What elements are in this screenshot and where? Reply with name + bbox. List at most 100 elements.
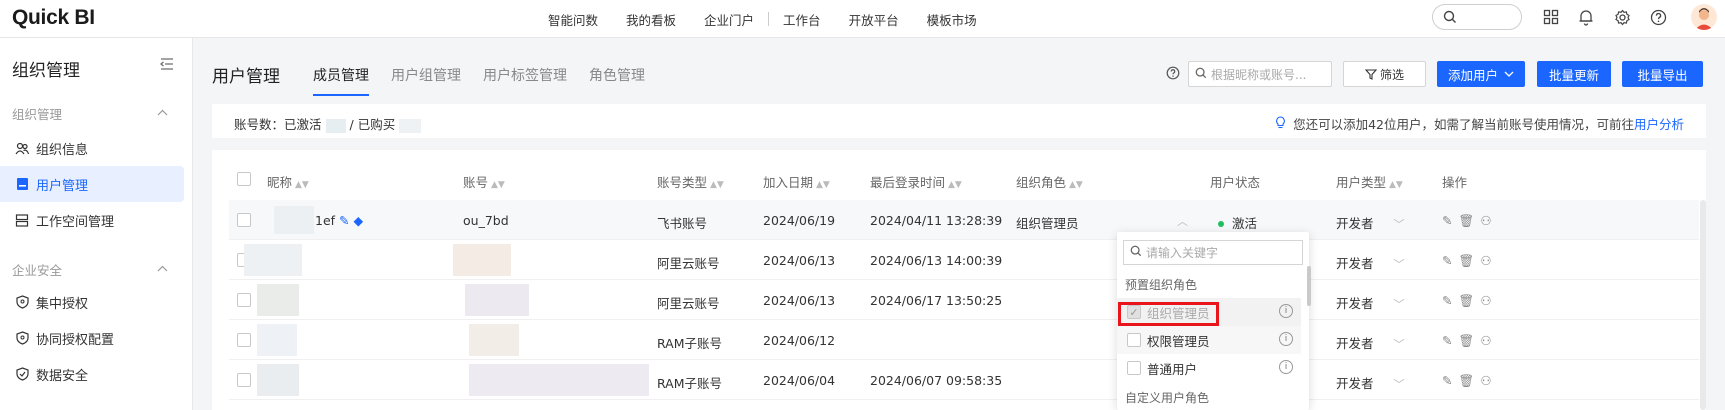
trash-icon[interactable]: 🗑: [1458, 373, 1474, 388]
sidebar-item-user-manage[interactable]: 用户管理: [0, 166, 184, 202]
role-option-permission-admin[interactable]: 权限管理员 i: [1117, 326, 1301, 354]
help-circle-icon[interactable]: [1647, 6, 1669, 28]
sidebar-item-data-security[interactable]: 数据安全: [0, 356, 184, 392]
batch-update-button[interactable]: 批量更新: [1537, 61, 1611, 87]
col-actions: 操作: [1442, 175, 1468, 190]
org-role-select[interactable]: 组织管理员: [1016, 213, 1079, 232]
user-analysis-link[interactable]: 用户分析: [1634, 117, 1684, 132]
global-search-input[interactable]: [1432, 4, 1522, 30]
trash-icon[interactable]: 🗑: [1458, 293, 1474, 308]
chevron-up-icon[interactable]: ︿: [1177, 213, 1188, 229]
row-checkbox[interactable]: [237, 373, 251, 387]
edit-icon[interactable]: ✎: [1442, 253, 1452, 268]
chevron-up-icon: [157, 104, 168, 119]
capacity-tip: 您还可以添加42位用户，如需了解当前账号使用情况，可前往用户分析: [1275, 114, 1684, 133]
col-account-type[interactable]: 账号类型 ▲▼: [657, 172, 724, 191]
edit-icon[interactable]: ✎: [1442, 373, 1452, 388]
nav-portal[interactable]: 企业门户: [704, 10, 754, 29]
tab-user-group-manage[interactable]: 用户组管理: [391, 58, 461, 90]
search-placeholder: 根据昵称或账号...: [1211, 67, 1307, 82]
batch-export-button[interactable]: 批量导出: [1622, 61, 1703, 87]
gear-icon[interactable]: [1611, 6, 1633, 28]
top-bar: Quick BI 智能问数 我的看板 企业门户 工作台 开放平台 模板市场: [0, 0, 1725, 38]
nav-my-dashboard[interactable]: 我的看板: [626, 10, 676, 29]
table-scrollbar[interactable]: [1700, 200, 1706, 410]
redacted-value: [274, 206, 314, 234]
col-user-type[interactable]: 用户类型 ▲▼: [1336, 172, 1403, 191]
brand-logo[interactable]: Quick BI: [12, 6, 95, 30]
bell-icon[interactable]: [1575, 6, 1597, 28]
user-settings-icon[interactable]: ⚇: [1480, 373, 1491, 388]
user-type-select[interactable]: 开发者 ﹀: [1336, 213, 1405, 232]
role-option-normal-user[interactable]: 普通用户 i: [1117, 354, 1301, 382]
col-join-date[interactable]: 加入日期 ▲▼: [763, 172, 830, 191]
nav-smart-ask[interactable]: 智能问数: [548, 10, 598, 29]
shield-icon: [14, 294, 30, 310]
help-circle-icon[interactable]: [1166, 66, 1180, 84]
user-type-select[interactable]: 开发者 ﹀: [1336, 373, 1405, 392]
col-org-role[interactable]: 组织角色 ▲▼: [1016, 172, 1083, 191]
table-row[interactable]: RAM子账号 2024/06/04 2024/06/07 09:58:35 激活…: [229, 360, 1699, 400]
user-settings-icon[interactable]: ⚇: [1480, 293, 1491, 308]
add-user-button[interactable]: 添加用户: [1437, 61, 1525, 87]
user-settings-icon[interactable]: ⚇: [1480, 253, 1491, 268]
sidebar-item-label: 用户管理: [36, 178, 89, 194]
apps-grid-icon[interactable]: [1540, 6, 1562, 28]
account-info-bar: 账号数：已激活 / 已购买 您还可以添加42位用户，如需了解当前账号使用情况，可前…: [212, 104, 1706, 138]
user-settings-icon[interactable]: ⚇: [1480, 213, 1491, 228]
nav-divider: [768, 12, 770, 26]
nav-workbench[interactable]: 工作台: [783, 10, 821, 29]
trash-icon[interactable]: 🗑: [1458, 333, 1474, 348]
dropdown-scrollbar[interactable]: [1307, 266, 1311, 306]
org-info-icon: [14, 140, 30, 156]
trash-icon[interactable]: 🗑: [1458, 213, 1474, 228]
sidebar-group-security[interactable]: 企业安全: [12, 260, 168, 279]
redacted-value: [465, 284, 529, 316]
sidebar-item-collab-auth[interactable]: 协同授权配置: [0, 320, 184, 356]
tab-role-manage[interactable]: 角色管理: [589, 58, 645, 90]
col-last-login[interactable]: 最后登录时间 ▲▼: [870, 172, 962, 191]
info-icon[interactable]: i: [1279, 304, 1293, 318]
info-icon[interactable]: i: [1279, 332, 1293, 346]
filter-button[interactable]: 筛选: [1343, 61, 1426, 87]
row-checkbox[interactable]: [237, 213, 251, 227]
table-row[interactable]: 阿里云账号 2024/06/13 2024/06/17 13:50:25 激活 …: [229, 280, 1699, 320]
row-checkbox[interactable]: [237, 333, 251, 347]
last-login-cell: 2024/06/13 14:00:39: [870, 253, 1003, 268]
edit-icon[interactable]: ✎: [1442, 293, 1452, 308]
edit-icon[interactable]: ✎: [1442, 333, 1452, 348]
user-type-select[interactable]: 开发者 ﹀: [1336, 333, 1405, 352]
sidebar-item-org-info[interactable]: 组织信息: [0, 130, 184, 166]
user-settings-icon[interactable]: ⚇: [1480, 333, 1491, 348]
role-search-input[interactable]: 请输入关键字: [1123, 240, 1303, 265]
info-icon[interactable]: i: [1279, 360, 1293, 374]
tab-user-tag-manage[interactable]: 用户标签管理: [483, 58, 567, 90]
user-type-select[interactable]: 开发者 ﹀: [1336, 293, 1405, 312]
member-search-input[interactable]: 根据昵称或账号...: [1188, 61, 1332, 87]
col-account[interactable]: 账号 ▲▼: [463, 172, 505, 191]
row-checkbox[interactable]: [237, 293, 251, 307]
row-actions: ✎ 🗑 ⚇: [1442, 213, 1498, 229]
highlight-box: [1118, 302, 1219, 326]
redacted-value: [453, 244, 511, 276]
table-row[interactable]: 阿里云账号 2024/06/13 2024/06/13 14:00:39 激活 …: [229, 240, 1699, 280]
table-row[interactable]: RAM子账号 2024/06/12 激活 开发者﹀ ✎🗑⚇: [229, 320, 1699, 360]
edit-icon[interactable]: ✎: [1442, 213, 1452, 228]
select-all-checkbox[interactable]: [237, 172, 251, 186]
nav-open-platform[interactable]: 开放平台: [849, 10, 899, 29]
user-type-select[interactable]: 开发者 ﹀: [1336, 253, 1405, 272]
table-row[interactable]: 1ef ✎ ◆ ou_7bd 飞书账号 2024/06/19 2024/04/1…: [229, 200, 1699, 240]
trash-icon[interactable]: 🗑: [1458, 253, 1474, 268]
sort-icon: ▲▼: [710, 180, 724, 190]
tab-member-manage[interactable]: 成员管理: [313, 58, 369, 96]
col-nickname[interactable]: 昵称 ▲▼: [267, 172, 309, 191]
sidebar-item-central-auth[interactable]: 集中授权: [0, 284, 184, 320]
collapse-sidebar-icon[interactable]: [160, 58, 174, 74]
sidebar-item-label: 数据安全: [36, 368, 89, 384]
sidebar-group-org[interactable]: 组织管理: [12, 104, 168, 123]
user-avatar[interactable]: [1691, 4, 1717, 30]
sidebar-item-workspace[interactable]: 工作空间管理: [0, 202, 184, 238]
nav-template-market[interactable]: 模板市场: [927, 10, 977, 29]
account-type-cell: RAM子账号: [657, 376, 723, 391]
custom-role-group-label: 自定义用户角色: [1125, 391, 1210, 405]
